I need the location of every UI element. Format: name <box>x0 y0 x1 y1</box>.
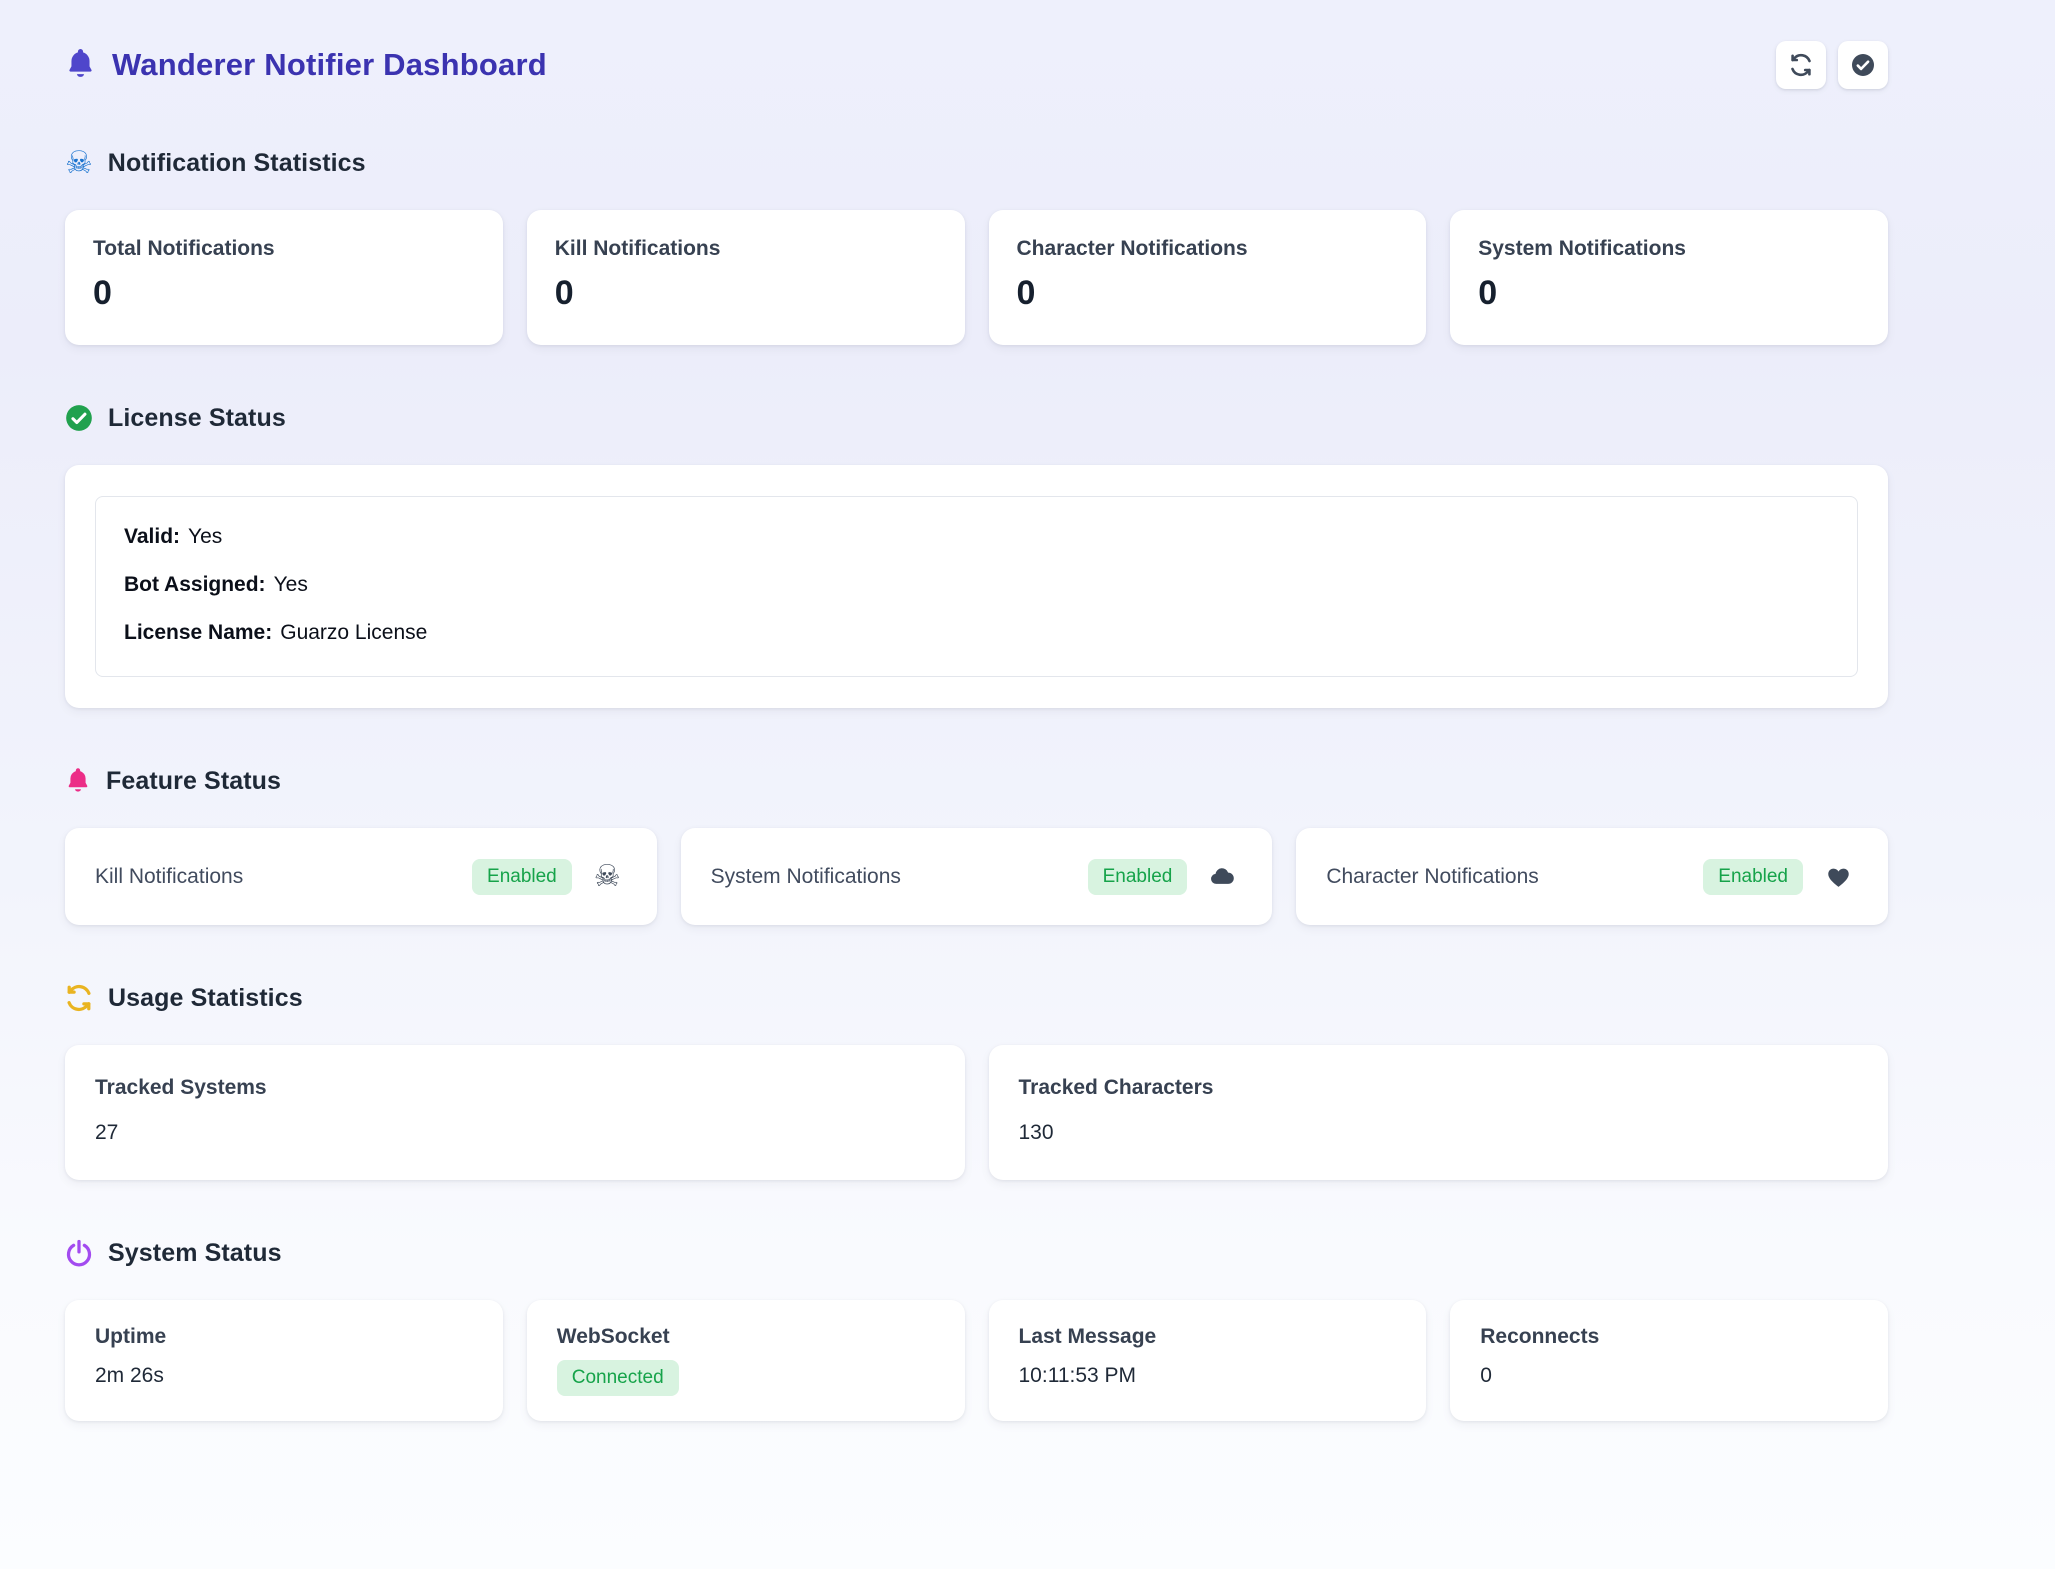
feature-label: System Notifications <box>711 865 901 889</box>
section-usage-statistics: Usage Statistics Tracked Systems 27 Trac… <box>65 981 1888 1180</box>
header: Wanderer Notifier Dashboard <box>65 40 1888 90</box>
power-icon <box>65 1239 93 1267</box>
usage-value: 130 <box>1019 1121 1859 1145</box>
status-badge: Enabled <box>1703 859 1803 895</box>
feature-card-system-notifications: System Notifications Enabled <box>681 828 1273 925</box>
system-card-last-message: Last Message 10:11:53 PM <box>989 1300 1427 1421</box>
feature-label: Character Notifications <box>1326 865 1538 889</box>
license-field-label: License Name: <box>124 621 272 644</box>
dashboard-page: Wanderer Notifier Dashboard <box>0 0 2055 1569</box>
check-circle-icon <box>1851 53 1875 77</box>
license-field-value: Yes <box>188 525 222 548</box>
cloud-icon <box>1209 863 1236 890</box>
system-value: 10:11:53 PM <box>1019 1364 1397 1388</box>
license-bot-assigned-row: Bot Assigned: Yes <box>124 572 1829 597</box>
usage-card-tracked-characters: Tracked Characters 130 <box>989 1045 1889 1180</box>
sync-icon <box>1789 53 1813 77</box>
usage-value: 27 <box>95 1121 935 1145</box>
section-title: System Status <box>108 1239 282 1268</box>
skull-crossbones-icon: ☠ <box>594 862 621 892</box>
license-name-row: License Name: Guarzo License <box>124 620 1829 645</box>
system-value: 0 <box>1480 1364 1858 1388</box>
system-card-uptime: Uptime 2m 26s <box>65 1300 503 1421</box>
system-label: Reconnects <box>1480 1325 1858 1349</box>
header-actions <box>1776 41 1888 89</box>
section-system-status: System Status Uptime 2m 26s WebSocket Co… <box>65 1236 1888 1421</box>
status-badge: Enabled <box>1088 859 1188 895</box>
title-wrap: Wanderer Notifier Dashboard <box>65 47 547 83</box>
section-heading: Usage Statistics <box>65 981 1888 1015</box>
bell-icon <box>65 767 91 796</box>
section-heading: Feature Status <box>65 764 1888 798</box>
section-feature-status: Feature Status Kill Notifications Enable… <box>65 764 1888 925</box>
status-check-button[interactable] <box>1838 41 1888 89</box>
license-field-label: Valid: <box>124 525 180 548</box>
section-license-status: License Status Valid: Yes Bot Assigned: Ye… <box>65 401 1888 708</box>
check-circle-icon <box>65 404 93 432</box>
feature-card-kill-notifications: Kill Notifications Enabled ☠ <box>65 828 657 925</box>
stat-label: System Notifications <box>1478 237 1860 261</box>
stat-value: 0 <box>555 274 937 313</box>
stat-card-kill-notifications: Kill Notifications 0 <box>527 210 965 345</box>
websocket-status-badge: Connected <box>557 1360 679 1396</box>
heart-icon <box>1825 863 1852 890</box>
system-label: Last Message <box>1019 1325 1397 1349</box>
section-heading: System Status <box>65 1236 1888 1270</box>
usage-label: Tracked Characters <box>1019 1076 1859 1100</box>
stat-value: 0 <box>1478 274 1860 313</box>
stat-card-character-notifications: Character Notifications 0 <box>989 210 1427 345</box>
license-details-box: Valid: Yes Bot Assigned: Yes License Name:… <box>95 496 1858 677</box>
license-field-label: Bot Assigned: <box>124 573 266 596</box>
stat-label: Character Notifications <box>1017 237 1399 261</box>
system-card-reconnects: Reconnects 0 <box>1450 1300 1888 1421</box>
section-title: Feature Status <box>106 767 281 796</box>
section-heading: ☠ Notification Statistics <box>65 146 1888 180</box>
skull-crossbones-icon: ☠ <box>65 148 93 179</box>
license-field-value: Guarzo License <box>280 621 427 644</box>
license-field-value: Yes <box>274 573 308 596</box>
stat-card-system-notifications: System Notifications 0 <box>1450 210 1888 345</box>
refresh-button[interactable] <box>1776 41 1826 89</box>
system-card-websocket: WebSocket Connected <box>527 1300 965 1421</box>
usage-label: Tracked Systems <box>95 1076 935 1100</box>
license-valid-row: Valid: Yes <box>124 524 1829 549</box>
stat-value: 0 <box>1017 274 1399 313</box>
section-notification-statistics: ☠ Notification Statistics Total Notifica… <box>65 146 1888 345</box>
section-title: Notification Statistics <box>108 149 366 178</box>
license-card: Valid: Yes Bot Assigned: Yes License Name:… <box>65 465 1888 708</box>
section-heading: License Status <box>65 401 1888 435</box>
feature-card-character-notifications: Character Notifications Enabled <box>1296 828 1888 925</box>
system-label: Uptime <box>95 1325 473 1349</box>
stat-card-total-notifications: Total Notifications 0 <box>65 210 503 345</box>
system-label: WebSocket <box>557 1325 935 1349</box>
sync-icon <box>65 984 93 1012</box>
stat-value: 0 <box>93 274 475 313</box>
stat-label: Total Notifications <box>93 237 475 261</box>
feature-label: Kill Notifications <box>95 865 243 889</box>
usage-card-tracked-systems: Tracked Systems 27 <box>65 1045 965 1180</box>
system-value: 2m 26s <box>95 1364 473 1388</box>
status-badge: Enabled <box>472 859 572 895</box>
section-title: License Status <box>108 404 286 433</box>
page-title: Wanderer Notifier Dashboard <box>112 47 547 83</box>
stat-label: Kill Notifications <box>555 237 937 261</box>
bell-icon <box>65 48 96 82</box>
section-title: Usage Statistics <box>108 984 303 1013</box>
